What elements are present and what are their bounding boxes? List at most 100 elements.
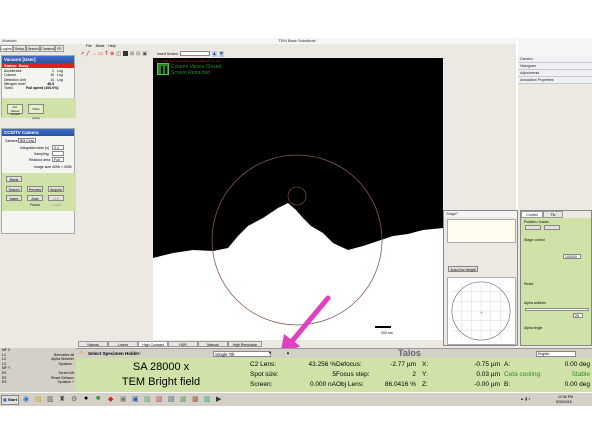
tab-flu[interactable]: Flu (543, 211, 563, 218)
vacuum-buttons: Col. Valves Closed Turbo pump (2, 98, 76, 120)
holder-dropdown-icon[interactable]: ▾ (269, 350, 271, 355)
tab-manual[interactable]: Manual (198, 341, 228, 347)
screen-label: Screen: (250, 381, 273, 388)
line-tool-icon[interactable]: ╱ (86, 51, 89, 57)
app-icon-grey[interactable]: ▣ (120, 395, 127, 403)
app-icon-red[interactable]: ◆ (108, 395, 113, 403)
preview-button[interactable]: Preview (27, 186, 43, 192)
menu-mode[interactable]: Mode (96, 44, 105, 49)
vacuum-title: Vacuum [User] (2, 56, 74, 63)
turbo-pump-button[interactable]: Turbo pump (28, 104, 44, 120)
screen-down-icon[interactable]: ▼ (218, 50, 224, 57)
menu-help[interactable]: Help (108, 44, 115, 49)
app-icon-tem[interactable]: ▩ (192, 395, 199, 403)
start-label: Start (7, 397, 17, 402)
tool-icon[interactable]: ⚙ (71, 395, 77, 403)
rect-tool-icon[interactable]: ▭ (98, 51, 103, 57)
insert-screen-select[interactable] (179, 51, 210, 56)
obj-lens-label: Obj Lens: (336, 381, 364, 388)
menu-file[interactable]: File (86, 44, 92, 49)
measure-icon[interactable]: ⊕ (110, 51, 114, 57)
unif-count-button[interactable]: Unif Count (48, 195, 64, 207)
zoom-in-icon[interactable]: ⊞ (130, 51, 134, 57)
app-icon-black[interactable]: ● (84, 395, 88, 402)
arrow-tool-icon[interactable]: → (91, 51, 96, 57)
integration-input[interactable]: 0.4 (52, 145, 64, 150)
tab-linear[interactable]: Linear (108, 341, 138, 347)
holder-select[interactable]: Single Tilt (213, 350, 271, 357)
app-icon-slides[interactable]: ▧ (156, 395, 163, 403)
fit-icon[interactable]: ▣ (142, 51, 147, 57)
a-label: A: (504, 361, 511, 368)
c2-lens-value: 43.256 % (308, 361, 336, 368)
talos-brand: Talos (398, 348, 421, 358)
panel-annotation-properties[interactable]: Annotation Properties (518, 77, 592, 84)
screen-up-icon[interactable]: ▲ (211, 50, 217, 57)
taskbar: ▦ Start ◉ ▤ ▥ ♜ ⚙ ● ■ ◆ ▣ ▣ ▨ ▧ ▤ ▦ ▩ ▥ … (0, 392, 592, 406)
search-button[interactable]: Search (6, 186, 22, 192)
app-icon-photo[interactable]: ▨ (144, 395, 151, 403)
app-icon-table[interactable]: ▦ (180, 395, 187, 403)
tab-camera[interactable]: Camera (40, 45, 55, 52)
microscope-icon[interactable]: ♜ (59, 395, 65, 403)
app-icon-blue[interactable]: ▣ (132, 395, 139, 403)
panel-adjustments[interactable]: Adjustments (518, 70, 592, 77)
focus-step-value: 2 (412, 371, 416, 378)
app-icon-spreadsheet[interactable]: ▥ (204, 395, 211, 403)
speed-input[interactable]: 100000 (563, 254, 581, 259)
tab-high-contrast[interactable]: High Contrast (138, 341, 168, 347)
insert-button[interactable]: Insert (6, 195, 22, 201)
panel-camera[interactable]: Camera (518, 56, 592, 63)
grid-icon[interactable] (122, 51, 128, 56)
alpha-wobbler-slider[interactable] (525, 308, 589, 311)
sampling-select[interactable] (52, 151, 64, 156)
integration-label: Integration time (s) (20, 146, 50, 150)
chart-icon[interactable]: ▥ (47, 395, 54, 403)
select-icon[interactable]: ◫ (116, 51, 121, 57)
position-button-2[interactable] (544, 225, 560, 230)
wobbler-input[interactable]: 25 (573, 313, 583, 318)
z-label: Z: (422, 381, 428, 388)
text-tool-icon[interactable]: T (105, 51, 108, 57)
readout-label: Readout area (29, 158, 51, 162)
panel-histogram[interactable]: Histogram (518, 63, 592, 70)
menu-bar: File Mode Help (76, 44, 516, 49)
blank-button[interactable]: Blank (6, 176, 22, 182)
status-value: Spotsize - (58, 361, 74, 366)
app-icon-video[interactable]: ▶ (216, 395, 221, 403)
acquire-button[interactable]: Acquire (48, 186, 64, 192)
ie-icon[interactable]: ◉ (23, 395, 29, 403)
zoom-out-icon[interactable]: ⊟ (136, 51, 140, 57)
x-value: -0.75 µm (474, 361, 500, 368)
tab-high-resolution[interactable]: High Resolution (228, 341, 262, 347)
control-window: Control Flu Position / tracks Stage cont… (520, 210, 592, 346)
euc-height-button[interactable]: Auto Euc Height (448, 266, 478, 272)
clock-date: 8/30/2018 (556, 400, 572, 404)
ceta-cooling-label: Ceta cooling: (504, 371, 542, 378)
language-select[interactable]: English (536, 350, 576, 357)
tab-logins[interactable]: Logins (0, 45, 13, 52)
auto-focus-button[interactable]: Auto Focus (27, 195, 43, 207)
position-button-1[interactable] (525, 225, 541, 230)
alpha-tingle-label: Alpha tingle (524, 326, 543, 330)
explorer-icon[interactable]: ▤ (35, 395, 42, 403)
tray-icons[interactable]: ▲ ▮ ◐ (520, 396, 531, 401)
app-icon-doc[interactable]: ▤ (168, 395, 175, 403)
tab-search[interactable]: Search (26, 45, 40, 52)
tab-fe[interactable]: FE (55, 45, 64, 52)
tab-natural[interactable]: Natural (78, 341, 108, 347)
tab-setup[interactable]: Setup (13, 45, 26, 52)
col-valves-closed-button[interactable]: Col. Valves Closed (7, 104, 23, 116)
position-tracks-label: Position / tracks (524, 220, 549, 224)
stage-position-list (447, 219, 516, 243)
start-button[interactable]: ▦ Start (1, 395, 19, 405)
cursor-icon[interactable]: ↗ (80, 51, 84, 57)
tab-hdr[interactable]: HDR (168, 341, 198, 347)
camera-select[interactable]: BM-Ceta (18, 138, 36, 143)
holder-up-icon[interactable]: ▲ (286, 350, 290, 355)
readout-select[interactable]: Full (52, 157, 64, 162)
tab-control[interactable]: Control (521, 211, 543, 218)
workset-window: Workset Logins Setup Search Camera FE Va… (0, 38, 76, 348)
app-icon-green[interactable]: ■ (96, 395, 100, 402)
stage-map[interactable]: + (447, 277, 516, 345)
